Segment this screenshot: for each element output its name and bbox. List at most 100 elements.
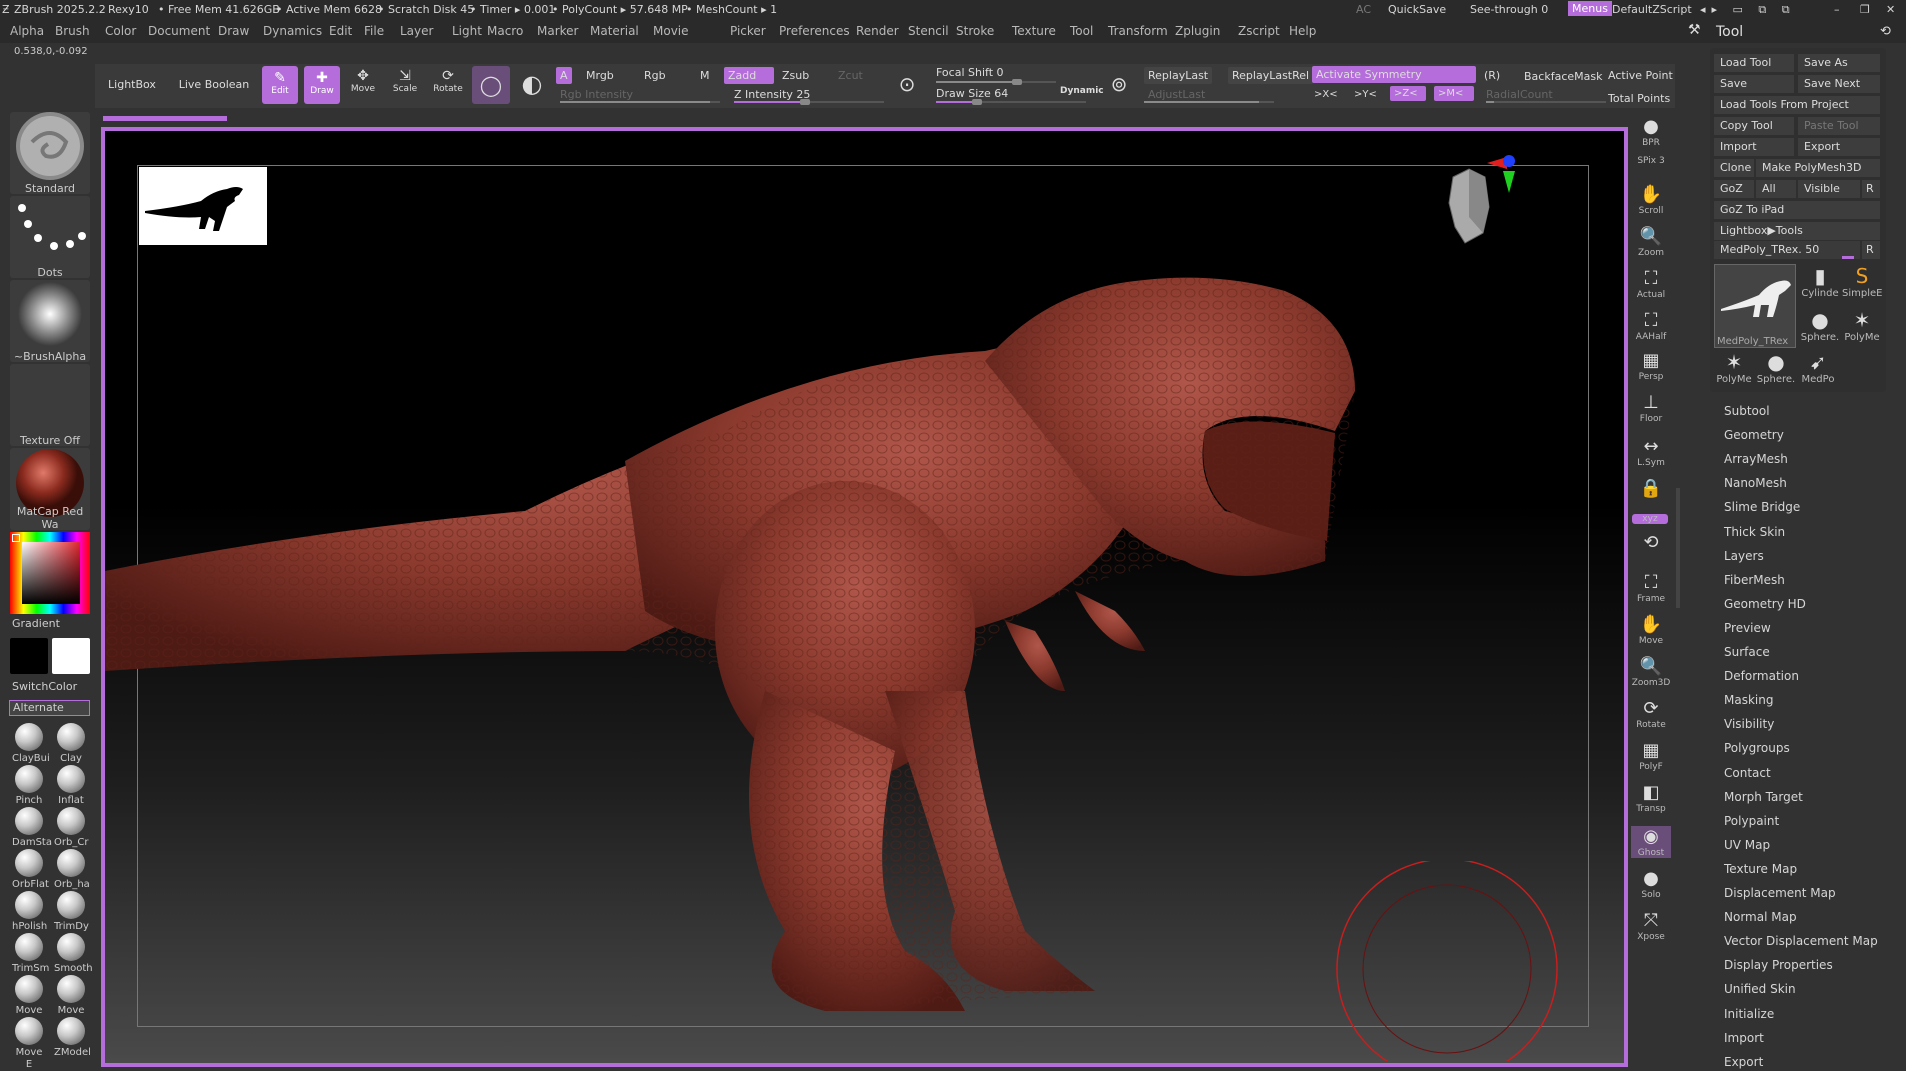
menu-picker[interactable]: Picker	[730, 24, 766, 38]
switch-color-button[interactable]: SwitchColor	[12, 680, 77, 693]
brush-item[interactable]: Orb_ha	[54, 849, 90, 891]
save-as-button[interactable]: Save As	[1798, 54, 1880, 72]
alpha-selector[interactable]: ~BrushAlpha	[10, 280, 90, 363]
backface-mask-toggle[interactable]: BackfaceMask	[1520, 68, 1606, 85]
material-selector[interactable]: MatCap Red Wa	[10, 448, 90, 531]
menu-macro[interactable]: Macro	[487, 24, 523, 38]
sym-x-toggle[interactable]: >X<	[1310, 87, 1342, 102]
menu-alpha[interactable]: Alpha	[10, 24, 44, 38]
subpalette-visibility[interactable]: Visibility	[1724, 717, 1774, 731]
zcut-toggle[interactable]: Zcut	[834, 67, 867, 84]
menu-texture[interactable]: Texture	[1012, 24, 1056, 38]
minimize-icon[interactable]: –	[1834, 3, 1840, 16]
z-intensity-slider[interactable]	[734, 99, 884, 105]
menu-file[interactable]: File	[364, 24, 384, 38]
quicksave-button[interactable]: QuickSave	[1388, 3, 1446, 16]
tool-r-button[interactable]: R	[1862, 241, 1880, 259]
a-toggle[interactable]: A	[556, 67, 572, 84]
goz-all-button[interactable]: All	[1756, 180, 1796, 198]
subpalette-morph-target[interactable]: Morph Target	[1724, 790, 1803, 804]
brush-item[interactable]: ClayBui	[12, 723, 50, 765]
sym-m-toggle[interactable]: >M<	[1434, 86, 1474, 101]
current-tool-slider[interactable]: MedPoly_TRex. 50	[1714, 241, 1860, 259]
layout-icons[interactable]: ◂▸ ▭ ⧉ ⧉	[1700, 3, 1796, 17]
subpalette-subtool[interactable]: Subtool	[1724, 404, 1770, 418]
menu-material[interactable]: Material	[590, 24, 639, 38]
sculptris-pro-button[interactable]: ◯	[472, 66, 510, 104]
scroll-button[interactable]: ✋ Scroll	[1631, 184, 1671, 216]
tool-thumbnail[interactable]: S SimpleE	[1842, 264, 1882, 306]
subpalette-geometry[interactable]: Geometry	[1724, 428, 1784, 442]
menu-transform[interactable]: Transform	[1108, 24, 1168, 38]
zoom-button[interactable]: 🔍 Zoom	[1631, 226, 1671, 258]
gizmo-button[interactable]: ◐	[516, 70, 548, 98]
panel-settings-icon[interactable]: ⟲	[1880, 24, 1891, 39]
sym-z-toggle[interactable]: >Z<	[1390, 86, 1426, 101]
subpalette-import[interactable]: Import	[1724, 1031, 1764, 1045]
activate-symmetry-button[interactable]: Activate Symmetry	[1312, 66, 1476, 83]
right-shelf-scrollbar[interactable]	[1676, 488, 1680, 608]
save-next-button[interactable]: Save Next	[1798, 75, 1880, 93]
subpalette-layers[interactable]: Layers	[1724, 549, 1764, 563]
menu-stroke[interactable]: Stroke	[956, 24, 994, 38]
gradient-toggle[interactable]: Gradient	[12, 617, 60, 630]
menu-edit[interactable]: Edit	[329, 24, 352, 38]
rotate-button[interactable]: ⟳ Rotate	[430, 68, 466, 94]
subpalette-masking[interactable]: Masking	[1724, 693, 1773, 707]
shelf-9-button[interactable]: 🔒	[1631, 478, 1671, 500]
export-button[interactable]: Export	[1798, 138, 1880, 156]
rgb-intensity-slider[interactable]	[560, 101, 720, 103]
brush-item[interactable]: Smooth	[54, 933, 93, 975]
menu-zscript[interactable]: Zscript	[1238, 24, 1280, 38]
tool-thumbnail[interactable]: ✶ PolyMe	[1714, 350, 1754, 392]
menu-dynamics[interactable]: Dynamics	[263, 24, 322, 38]
save-button[interactable]: Save	[1714, 75, 1794, 93]
color-picker[interactable]	[10, 532, 90, 614]
subpalette-uv-map[interactable]: UV Map	[1724, 838, 1770, 852]
menu-document[interactable]: Document	[148, 24, 210, 38]
goz-visible-button[interactable]: Visible	[1798, 180, 1860, 198]
menu-movie[interactable]: Movie	[653, 24, 689, 38]
menu-zplugin[interactable]: Zplugin	[1175, 24, 1220, 38]
transp-button[interactable]: ◧ Transp	[1631, 782, 1671, 814]
brush-selector[interactable]: Standard	[10, 112, 90, 195]
solo-button[interactable]: ● Solo	[1631, 868, 1671, 900]
paste-tool-button[interactable]: Paste Tool	[1798, 117, 1880, 135]
actual-button[interactable]: ⛶ Actual	[1631, 268, 1671, 300]
orientation-gizmo[interactable]	[1425, 147, 1515, 257]
stroke-selector[interactable]: Dots	[10, 196, 90, 279]
menu-layer[interactable]: Layer	[400, 24, 433, 38]
subpalette-polypaint[interactable]: Polypaint	[1724, 814, 1779, 828]
frame-button[interactable]: ⛶ Frame	[1631, 572, 1671, 604]
lightbox-button[interactable]: LightBox	[102, 78, 162, 91]
menus-toggle[interactable]: Menus	[1568, 1, 1612, 16]
scale-button[interactable]: ⇲ Scale	[388, 68, 422, 94]
brush-item[interactable]: TrimDy	[54, 891, 89, 933]
subpalette-arraymesh[interactable]: ArrayMesh	[1724, 452, 1788, 466]
current-tool-knob[interactable]	[1842, 256, 1854, 259]
brush-item[interactable]: Clay	[54, 723, 88, 765]
edit-button[interactable]: ✎ Edit	[262, 66, 298, 104]
floor-button[interactable]: ⊥ Floor	[1631, 392, 1671, 424]
focal-shift-slider[interactable]	[936, 79, 1056, 85]
goz-r-button[interactable]: R	[1862, 180, 1880, 198]
subpalette-preview[interactable]: Preview	[1724, 621, 1771, 635]
xpose-button[interactable]: ⤧ Xpose	[1631, 910, 1671, 942]
zsub-toggle[interactable]: Zsub	[778, 67, 813, 84]
lightbox-tools-button[interactable]: Lightbox▶Tools	[1714, 222, 1880, 240]
alternate-toggle[interactable]: Alternate	[9, 700, 90, 716]
active-tool-thumbnail[interactable]: MedPoly_TRex	[1714, 264, 1796, 348]
subpalette-slime-bridge[interactable]: Slime Bridge	[1724, 500, 1800, 514]
subpalette-unified-skin[interactable]: Unified Skin	[1724, 982, 1796, 996]
tool-thumbnail[interactable]: ● Sphere.	[1756, 350, 1796, 392]
subpalette-contact[interactable]: Contact	[1724, 766, 1771, 780]
menu-stencil[interactable]: Stencil	[908, 24, 949, 38]
m-toggle[interactable]: M	[696, 67, 714, 84]
menu-render[interactable]: Render	[856, 24, 899, 38]
menu-light[interactable]: Light	[452, 24, 482, 38]
subpalette-surface[interactable]: Surface	[1724, 645, 1770, 659]
draw-button[interactable]: ✚ Draw	[304, 66, 340, 104]
brush-item[interactable]: ZModel	[54, 1017, 91, 1059]
replay-last-button[interactable]: ReplayLast	[1144, 67, 1213, 84]
replay-last-rel-button[interactable]: ReplayLastRel	[1228, 67, 1314, 84]
